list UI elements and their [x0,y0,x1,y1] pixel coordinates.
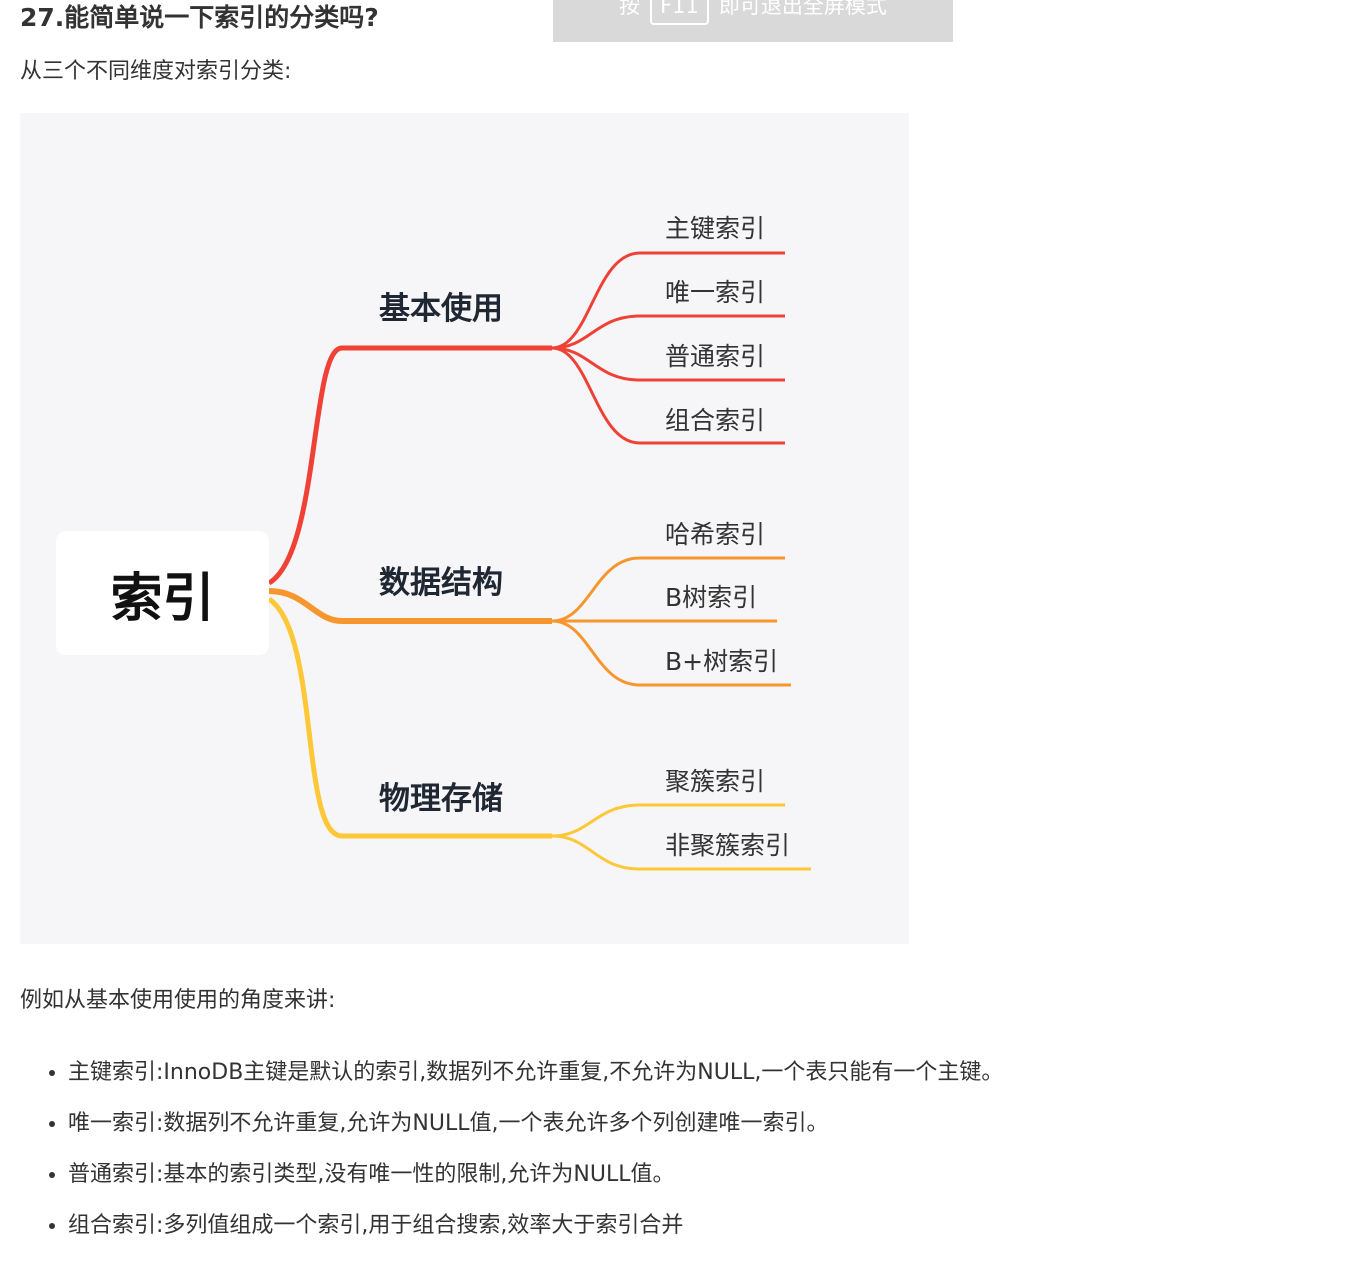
leaf-label-bplustree-index: B+树索引 [665,647,779,676]
mindmap-connectors [267,251,811,871]
leaf-label-hash-index: 哈希索引 [665,520,766,549]
list-item: 唯一索引:数据列不允许重复,允许为NULL值,一个表允许多个列创建唯一索引。 [68,1102,1003,1153]
intro-text: 从三个不同维度对索引分类: [20,59,292,84]
leaf-label-composite-index: 组合索引 [665,406,766,435]
fullscreen-hint-prefix: 按 [619,0,641,18]
branch-label-basic-usage: 基本使用 [379,291,503,327]
leaf-label-primary-key-index: 主键索引 [665,214,766,243]
leaf-label-clustered-index: 聚簇索引 [665,767,766,796]
example-intro-text: 例如从基本使用使用的角度来讲: [20,988,336,1013]
leaf-label-normal-index: 普通索引 [665,342,766,371]
list-item: 组合索引:多列值组成一个索引,用于组合搜索,效率大于索引合并 [68,1204,1003,1255]
branch-label-data-structure: 数据结构 [379,565,503,601]
list-item: 主键索引:InnoDB主键是默认的索引,数据列不允许重复,不允许为NULL,一个… [68,1051,1003,1102]
article-title: 27.能简单说一下索引的分类吗? [20,3,379,32]
leaf-label-unique-index: 唯一索引 [665,278,766,307]
mindmap-root-node: 索引 [56,531,269,655]
branch-label-physical-storage: 物理存储 [379,781,503,817]
index-type-list: 主键索引:InnoDB主键是默认的索引,数据列不允许重复,不允许为NULL,一个… [20,1051,1003,1255]
fullscreen-hint-suffix: 即可退出全屏模式 [718,0,887,18]
leaf-label-nonclustered-index: 非聚簇索引 [665,831,791,860]
list-item: 普通索引:基本的索引类型,没有唯一性的限制,允许为NULL值。 [68,1153,1003,1204]
fullscreen-exit-hint: 按 F11 即可退出全屏模式 [553,0,953,42]
index-classification-mindmap: 索引 基本使用 数据结构 物理存储 主键索引 唯一索引 普通索引 组合索引 哈希… [20,113,909,944]
branch-connector-basic [267,345,552,586]
f11-key-badge: F11 [650,0,709,25]
leaf-label-btree-index: B树索引 [665,583,758,612]
